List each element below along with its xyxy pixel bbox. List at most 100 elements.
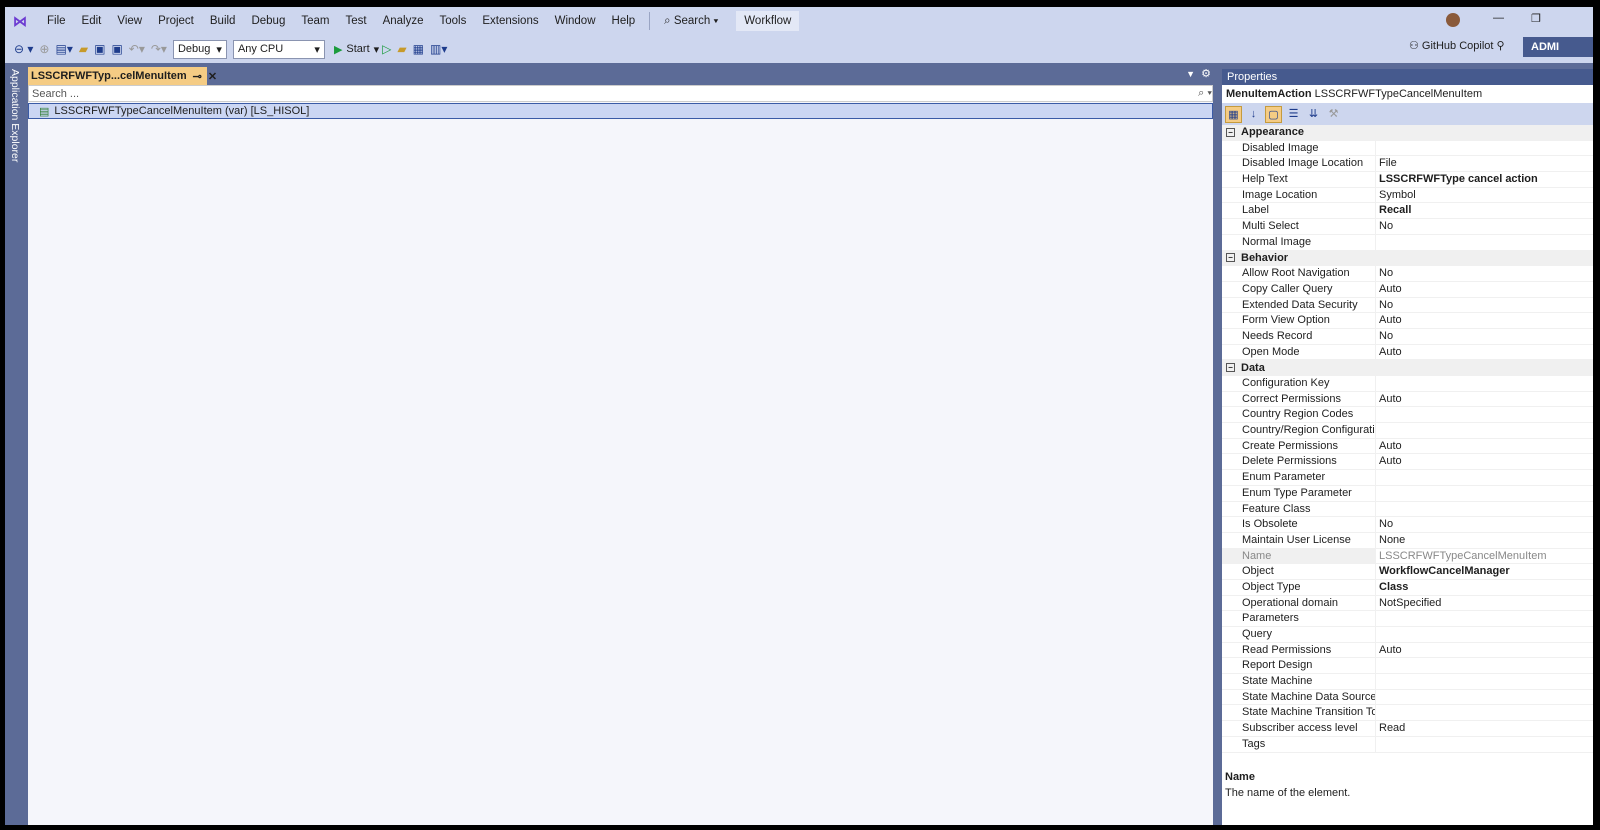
menu-team[interactable]: Team [293,15,337,27]
folder-icon[interactable]: ▰ [394,42,409,56]
property-value[interactable]: NotSpecified [1376,595,1593,611]
properties-icon[interactable]: ▢ [1265,105,1282,123]
property-row[interactable]: Tags [1222,736,1593,753]
property-value[interactable] [1376,627,1593,642]
property-row[interactable]: Copy Caller Query Auto [1222,281,1593,298]
property-row[interactable]: Read Permissions Auto [1222,642,1593,659]
property-value[interactable]: Symbol [1376,187,1593,203]
tree-item[interactable]: ▤ LSSCRFWFTypeCancelMenuItem (var) [LS_HI… [28,103,1213,119]
property-row[interactable]: Label Recall [1222,203,1593,220]
search-button[interactable]: ⌕ Search ▾ [656,15,726,28]
start-without-debugging-icon[interactable]: ▷ [379,42,394,56]
property-value[interactable]: Auto [1376,642,1593,658]
property-row[interactable]: Object WorkflowCancelManager [1222,564,1593,580]
property-value[interactable] [1376,407,1593,423]
search-icon[interactable]: ⌕ ▾ [1198,87,1212,100]
restore-icon[interactable]: ❐ [1531,12,1541,25]
save-icon[interactable]: ▣ [91,42,108,56]
menu-tools[interactable]: Tools [431,15,474,27]
minimize-icon[interactable]: — [1493,12,1504,24]
property-row[interactable]: Is Obsolete No [1222,517,1593,533]
property-value[interactable]: No [1376,219,1593,234]
property-row[interactable]: Normal Image [1222,234,1593,251]
close-icon[interactable]: ✕ [208,70,217,83]
property-value[interactable]: Auto [1376,454,1593,470]
menu-test[interactable]: Test [337,15,374,27]
account-button[interactable]: ADMI [1523,37,1593,57]
collapse-icon[interactable]: − [1226,127,1235,137]
property-value[interactable] [1376,674,1593,689]
collapse-icon[interactable]: − [1226,363,1235,373]
start-button[interactable]: ▶ Start ▾ [334,43,379,56]
property-value[interactable] [1376,470,1593,485]
property-value[interactable]: LSSCRFWFType cancel action [1376,172,1593,187]
open-folder-icon[interactable]: ▰ [76,42,91,56]
sort-icon[interactable]: ⇊ [1305,106,1322,123]
github-copilot-button[interactable]: ⚇ GitHub Copilot ⚲ [1409,39,1505,52]
menu-debug[interactable]: Debug [243,15,293,27]
property-row[interactable]: Name LSSCRFWFTypeCancelMenuItem [1222,548,1593,565]
property-row[interactable]: State Machine Data Source [1222,689,1593,706]
property-value[interactable]: No [1376,517,1593,532]
property-pages-icon[interactable]: ⚒ [1325,106,1342,123]
search-input[interactable]: Search ... ⌕ ▾ [28,85,1213,102]
workflow-button[interactable]: Workflow [736,11,800,31]
property-row[interactable]: Multi Select No [1222,219,1593,235]
menu-window[interactable]: Window [547,15,604,27]
property-value[interactable]: WorkflowCancelManager [1376,564,1593,579]
property-value[interactable] [1376,736,1593,752]
property-value[interactable]: No [1376,328,1593,344]
menu-view[interactable]: View [109,15,150,27]
gear-icon[interactable]: ⚙ [1201,67,1211,80]
property-row[interactable]: Country Region Codes [1222,407,1593,424]
property-value[interactable] [1376,485,1593,501]
platform-dropdown[interactable]: Any CPU ▾ [232,39,325,59]
property-row[interactable]: Operational domain NotSpecified [1222,595,1593,612]
property-row[interactable]: Country/Region Configuration Key [1222,423,1593,439]
document-tab[interactable]: LSSCRFWFTyp...celMenuItem ⊸ ✕ [28,67,217,85]
property-row[interactable]: Maintain User License None [1222,532,1593,549]
events-icon[interactable]: ☰ [1285,106,1302,123]
property-value[interactable] [1376,611,1593,626]
property-value[interactable]: Read [1376,721,1593,736]
property-row[interactable]: Enum Type Parameter [1222,485,1593,502]
collapse-icon[interactable]: − [1226,253,1235,263]
property-value[interactable]: Auto [1376,281,1593,297]
property-value[interactable] [1376,140,1593,156]
pin-icon[interactable]: ⊸ [193,70,202,83]
property-value[interactable]: Recall [1376,203,1593,219]
property-row[interactable]: Parameters [1222,611,1593,627]
property-row[interactable]: Delete Permissions Auto [1222,454,1593,471]
property-row[interactable]: Object Type Class [1222,579,1593,596]
forward-icon[interactable]: ⊕ [36,42,52,56]
property-row[interactable]: State Machine [1222,674,1593,690]
menu-analyze[interactable]: Analyze [375,15,432,27]
property-row[interactable]: Form View Option Auto [1222,313,1593,329]
property-value[interactable] [1376,234,1593,250]
application-explorer-tab[interactable]: Application Explorer [5,63,27,825]
back-icon[interactable]: ⊖ ▾ [11,42,36,56]
property-value[interactable] [1376,689,1593,705]
property-row[interactable]: Help Text LSSCRFWFType cancel action [1222,172,1593,188]
property-value[interactable] [1376,376,1593,391]
property-row[interactable]: Configuration Key [1222,376,1593,392]
property-row[interactable]: Correct Permissions Auto [1222,391,1593,408]
categorized-icon[interactable]: ▦ [1225,105,1242,123]
property-row[interactable]: Open Mode Auto [1222,344,1593,361]
property-row[interactable]: Allow Root Navigation No [1222,266,1593,282]
property-value[interactable]: File [1376,156,1593,172]
property-row[interactable]: Extended Data Security No [1222,297,1593,314]
property-value[interactable]: No [1376,297,1593,313]
property-value[interactable]: No [1376,266,1593,281]
property-value[interactable]: None [1376,532,1593,548]
save-all-icon[interactable]: ▣ [108,42,125,56]
menu-edit[interactable]: Edit [74,15,110,27]
property-value[interactable]: Class [1376,579,1593,595]
property-value[interactable] [1376,501,1593,517]
menu-extensions[interactable]: Extensions [474,15,546,27]
property-value[interactable]: Auto [1376,391,1593,407]
property-row[interactable]: Enum Parameter [1222,470,1593,486]
property-value[interactable] [1376,705,1593,721]
property-value[interactable]: LSSCRFWFTypeCancelMenuItem [1376,548,1593,564]
property-row[interactable]: Image Location Symbol [1222,187,1593,204]
